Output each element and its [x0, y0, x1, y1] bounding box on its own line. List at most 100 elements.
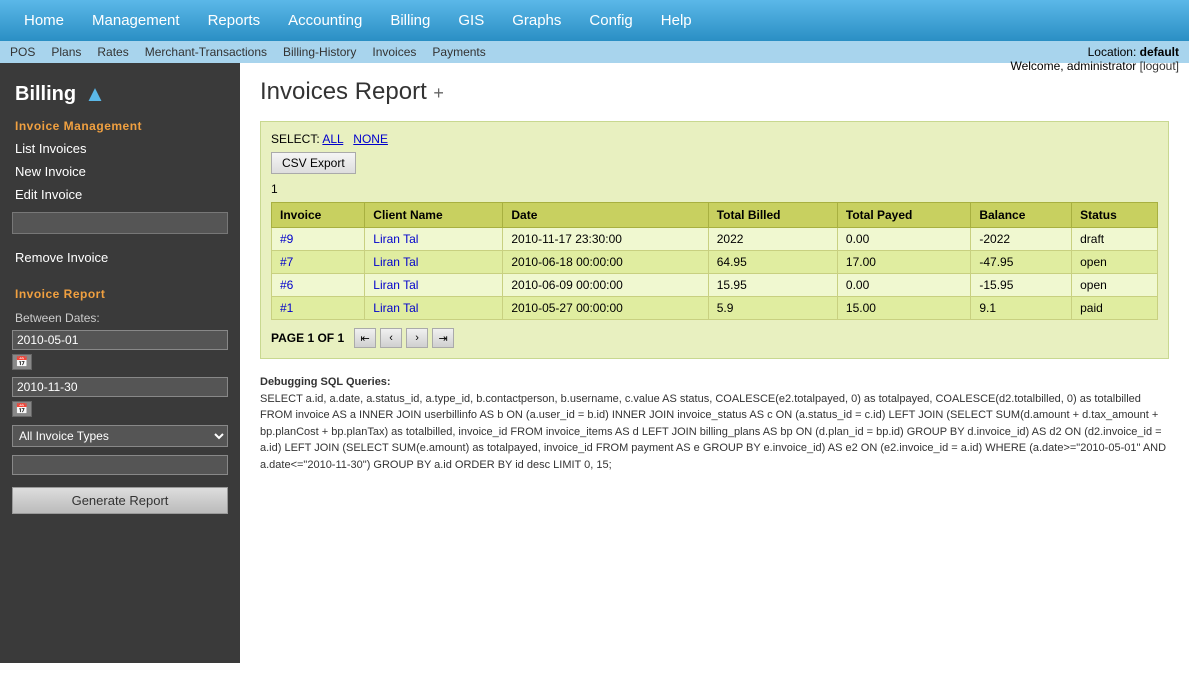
cell-status: draft: [1072, 228, 1158, 251]
pagination-next-button[interactable]: ›: [406, 328, 428, 348]
subnav-plans[interactable]: Plans: [51, 45, 81, 59]
page-count: 1: [271, 182, 1158, 196]
search-input[interactable]: [12, 212, 228, 234]
invoice-type-row: All Invoice Types: [12, 425, 228, 447]
pagination-last-button[interactable]: ⇥: [432, 328, 454, 348]
col-total-payed: Total Payed: [837, 203, 970, 228]
select-none-link[interactable]: NONE: [353, 132, 388, 146]
cell-invoice: #1: [272, 297, 365, 320]
cell-invoice: #9: [272, 228, 365, 251]
nav-reports[interactable]: Reports: [194, 0, 275, 41]
cell-balance: 9.1: [971, 297, 1072, 320]
date-end-input[interactable]: [12, 377, 228, 397]
between-dates-label: Between Dates:: [0, 305, 240, 327]
invoice-report-section: Invoice Report: [0, 279, 240, 305]
cell-total-payed: 17.00: [837, 251, 970, 274]
cell-client: Liran Tal: [365, 274, 503, 297]
col-client-name: Client Name: [365, 203, 503, 228]
debug-sql-section: Debugging SQL Queries: SELECT a.id, a.da…: [260, 374, 1169, 473]
cell-invoice: #7: [272, 251, 365, 274]
cell-status: open: [1072, 251, 1158, 274]
remove-invoice-link[interactable]: Remove Invoice: [0, 246, 240, 269]
logout-link[interactable]: [logout]: [1140, 59, 1179, 73]
invoice-management-section: Invoice Management: [0, 111, 240, 137]
cell-balance: -15.95: [971, 274, 1072, 297]
cell-total-billed: 5.9: [708, 297, 837, 320]
list-invoices-link[interactable]: List Invoices: [0, 137, 240, 160]
top-navigation: Home Management Reports Accounting Billi…: [0, 0, 1189, 41]
invoice-link[interactable]: #9: [280, 232, 293, 246]
sub-navigation: POS Plans Rates Merchant-Transactions Bi…: [0, 41, 1189, 63]
cell-client: Liran Tal: [365, 251, 503, 274]
col-total-billed: Total Billed: [708, 203, 837, 228]
nav-accounting[interactable]: Accounting: [274, 0, 376, 41]
nav-config[interactable]: Config: [575, 0, 646, 41]
page-title: Invoices Report +: [260, 78, 1169, 106]
calendar-end-icon[interactable]: 📅: [12, 401, 32, 417]
pagination-label: PAGE 1 OF 1: [271, 331, 344, 345]
col-balance: Balance: [971, 203, 1072, 228]
nav-home[interactable]: Home: [10, 0, 78, 41]
client-link[interactable]: Liran Tal: [373, 301, 418, 315]
client-link[interactable]: Liran Tal: [373, 278, 418, 292]
csv-export-button[interactable]: CSV Export: [271, 152, 356, 174]
cell-invoice: #6: [272, 274, 365, 297]
location-value: default: [1140, 45, 1179, 59]
table-row: #1 Liran Tal 2010-05-27 00:00:00 5.9 15.…: [272, 297, 1158, 320]
cell-total-payed: 15.00: [837, 297, 970, 320]
subnav-rates[interactable]: Rates: [97, 45, 128, 59]
table-header: Invoice Client Name Date Total Billed To…: [272, 203, 1158, 228]
edit-invoice-link[interactable]: Edit Invoice: [0, 183, 240, 206]
invoice-link[interactable]: #6: [280, 278, 293, 292]
pagination-first-button[interactable]: ⇤: [354, 328, 376, 348]
nav-graphs[interactable]: Graphs: [498, 0, 575, 41]
cell-client: Liran Tal: [365, 297, 503, 320]
cell-client: Liran Tal: [365, 228, 503, 251]
cell-date: 2010-05-27 00:00:00: [503, 297, 708, 320]
cell-total-billed: 64.95: [708, 251, 837, 274]
debug-label: Debugging SQL Queries:: [260, 376, 391, 388]
cell-balance: -47.95: [971, 251, 1072, 274]
client-link[interactable]: Liran Tal: [373, 232, 418, 246]
nav-billing[interactable]: Billing: [376, 0, 444, 41]
cell-total-billed: 15.95: [708, 274, 837, 297]
main-layout: Billing ▲ Invoice Management List Invoic…: [0, 63, 1189, 663]
select-all-link[interactable]: ALL: [322, 132, 343, 146]
cell-balance: -2022: [971, 228, 1072, 251]
invoice-link[interactable]: #1: [280, 301, 293, 315]
subnav-pos[interactable]: POS: [10, 45, 35, 59]
new-invoice-link[interactable]: New Invoice: [0, 160, 240, 183]
subnav-billing-history[interactable]: Billing-History: [283, 45, 356, 59]
subnav-merchant-transactions[interactable]: Merchant-Transactions: [145, 45, 267, 59]
welcome-text: Welcome, administrator: [1010, 59, 1136, 73]
sidebar: Billing ▲ Invoice Management List Invoic…: [0, 63, 240, 663]
subnav-payments[interactable]: Payments: [432, 45, 485, 59]
invoice-link[interactable]: #7: [280, 255, 293, 269]
pagination-prev-button[interactable]: ‹: [380, 328, 402, 348]
date-start-input[interactable]: [12, 330, 228, 350]
location-label: Location:: [1088, 45, 1137, 59]
cell-status: paid: [1072, 297, 1158, 320]
subnav-invoices[interactable]: Invoices: [372, 45, 416, 59]
table-row: #6 Liran Tal 2010-06-09 00:00:00 15.95 0…: [272, 274, 1158, 297]
invoice-table: Invoice Client Name Date Total Billed To…: [271, 202, 1158, 320]
generate-report-button[interactable]: Generate Report: [12, 487, 228, 514]
nav-help[interactable]: Help: [647, 0, 706, 41]
nav-management[interactable]: Management: [78, 0, 194, 41]
select-label: SELECT:: [271, 132, 320, 146]
calendar-start-icon[interactable]: 📅: [12, 354, 32, 370]
invoice-table-body: #9 Liran Tal 2010-11-17 23:30:00 2022 0.…: [272, 228, 1158, 320]
col-date: Date: [503, 203, 708, 228]
filter-input[interactable]: [12, 455, 228, 475]
sidebar-title: Billing ▲: [0, 73, 240, 111]
pagination: PAGE 1 OF 1 ⇤ ‹ › ⇥: [271, 328, 1158, 348]
client-link[interactable]: Liran Tal: [373, 255, 418, 269]
nav-gis[interactable]: GIS: [444, 0, 498, 41]
plus-icon: +: [433, 83, 444, 103]
table-row: #9 Liran Tal 2010-11-17 23:30:00 2022 0.…: [272, 228, 1158, 251]
invoice-type-select[interactable]: All Invoice Types: [12, 425, 228, 447]
debug-sql-text: SELECT a.id, a.date, a.status_id, a.type…: [260, 393, 1166, 471]
cell-status: open: [1072, 274, 1158, 297]
water-drop-icon: ▲: [84, 81, 106, 107]
cell-total-payed: 0.00: [837, 228, 970, 251]
